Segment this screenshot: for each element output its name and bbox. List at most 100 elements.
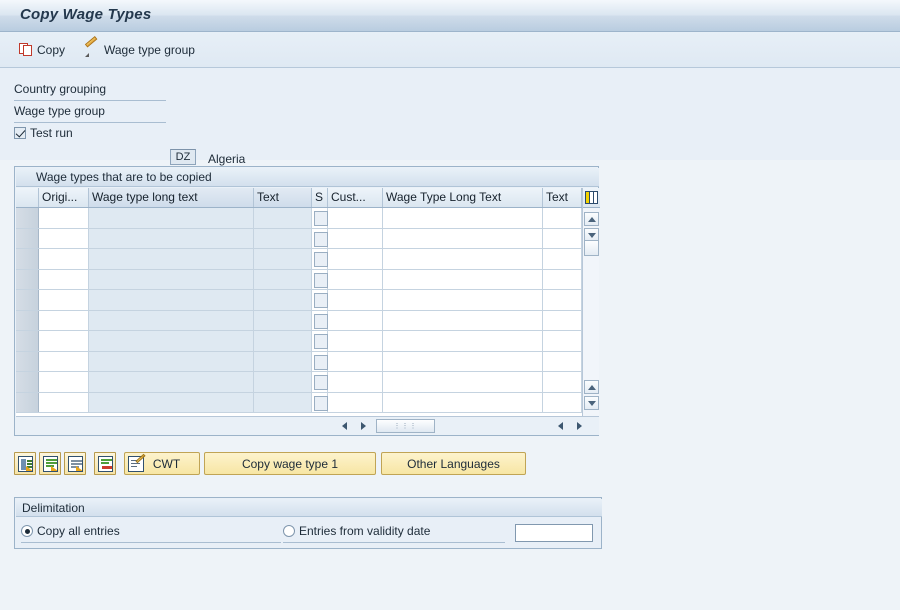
table-cell[interactable] (328, 269, 383, 289)
table-cell[interactable] (328, 310, 383, 330)
scroll-page-up-button[interactable] (584, 380, 599, 394)
scroll-left-button[interactable] (337, 419, 351, 433)
grid-column-header-3[interactable]: Text (254, 188, 312, 207)
table-cell[interactable] (383, 249, 543, 269)
table-cell[interactable] (254, 372, 312, 392)
table-cell[interactable] (39, 269, 89, 289)
table-cell[interactable] (383, 392, 543, 412)
table-cell[interactable] (383, 208, 543, 228)
table-cell[interactable] (383, 331, 543, 351)
wage-type-group-button[interactable]: Wage type group (80, 36, 200, 61)
table-cell[interactable] (543, 208, 582, 228)
table-row[interactable] (16, 208, 582, 229)
table-cell[interactable] (328, 372, 383, 392)
scroll-page-down-button[interactable] (584, 396, 599, 410)
table-cell[interactable] (328, 249, 383, 269)
table-cell[interactable] (543, 331, 582, 351)
table-cell[interactable] (312, 269, 328, 289)
table-cell[interactable] (254, 351, 312, 371)
table-cell[interactable] (543, 290, 582, 310)
test-run-checkbox-row[interactable]: Test run (14, 126, 73, 140)
table-cell[interactable] (328, 331, 383, 351)
table-cell[interactable] (312, 392, 328, 412)
copy-wage-type-button[interactable]: Copy wage type 1 (204, 452, 376, 475)
delete-entries-button[interactable] (94, 452, 116, 475)
grid-column-header-7[interactable]: Text (543, 188, 582, 207)
table-cell[interactable] (89, 331, 254, 351)
table-cell[interactable] (328, 392, 383, 412)
table-cell[interactable] (543, 228, 582, 248)
table-cell[interactable] (328, 228, 383, 248)
table-cell[interactable] (89, 310, 254, 330)
table-cell[interactable] (312, 228, 328, 248)
column-config-button[interactable] (583, 188, 600, 208)
table-cell[interactable] (312, 290, 328, 310)
table-row[interactable] (16, 269, 582, 290)
table-cell[interactable] (383, 269, 543, 289)
table-row[interactable] (16, 392, 582, 413)
copy-button[interactable]: Copy (14, 38, 70, 61)
table-cell[interactable] (383, 372, 543, 392)
table-cell[interactable] (543, 249, 582, 269)
table-cell[interactable] (254, 310, 312, 330)
table-cell[interactable] (254, 331, 312, 351)
table-row[interactable] (16, 290, 582, 311)
row-selector-cell[interactable] (16, 392, 39, 412)
row-selector-cell[interactable] (16, 208, 39, 228)
table-row[interactable] (16, 310, 582, 331)
table-row[interactable] (16, 331, 582, 352)
table-cell[interactable] (383, 351, 543, 371)
table-cell[interactable] (254, 290, 312, 310)
select-all-button[interactable] (14, 452, 36, 475)
table-cell[interactable] (254, 249, 312, 269)
table-cell[interactable] (543, 392, 582, 412)
details-button[interactable] (64, 452, 86, 475)
table-cell[interactable] (312, 372, 328, 392)
copy-all-entries-option[interactable]: Copy all entries (21, 524, 120, 538)
table-cell[interactable] (39, 228, 89, 248)
row-selector-cell[interactable] (16, 351, 39, 371)
table-cell[interactable] (89, 228, 254, 248)
grid-column-header-6[interactable]: Wage Type Long Text (383, 188, 543, 207)
country-grouping-input[interactable] (170, 149, 196, 165)
table-cell[interactable] (543, 269, 582, 289)
row-selector-cell[interactable] (16, 372, 39, 392)
scroll-up-button[interactable] (584, 212, 599, 226)
table-cell[interactable] (254, 208, 312, 228)
table-cell[interactable] (543, 372, 582, 392)
table-cell[interactable] (312, 208, 328, 228)
table-cell[interactable] (543, 351, 582, 371)
table-row[interactable] (16, 351, 582, 372)
table-cell[interactable] (383, 310, 543, 330)
table-cell[interactable] (312, 249, 328, 269)
table-cell[interactable] (328, 208, 383, 228)
table-cell[interactable] (89, 208, 254, 228)
entries-from-validity-date-option[interactable]: Entries from validity date (283, 524, 430, 538)
table-cell[interactable] (89, 249, 254, 269)
row-selector-cell[interactable] (16, 331, 39, 351)
table-cell[interactable] (89, 372, 254, 392)
table-cell[interactable] (312, 331, 328, 351)
table-cell[interactable] (383, 290, 543, 310)
table-cell[interactable] (39, 310, 89, 330)
grid-column-header-0[interactable] (16, 188, 39, 207)
table-cell[interactable] (543, 310, 582, 330)
table-cell[interactable] (254, 269, 312, 289)
test-run-checkbox[interactable] (14, 127, 26, 139)
row-selector-cell[interactable] (16, 269, 39, 289)
table-cell[interactable] (39, 372, 89, 392)
table-cell[interactable] (39, 249, 89, 269)
table-row[interactable] (16, 372, 582, 393)
table-cell[interactable] (328, 290, 383, 310)
table-cell[interactable] (39, 331, 89, 351)
scroll-right-button[interactable] (356, 419, 370, 433)
table-cell[interactable] (39, 290, 89, 310)
grid-column-header-2[interactable]: Wage type long text (89, 188, 254, 207)
table-cell[interactable] (89, 392, 254, 412)
other-languages-button[interactable]: Other Languages (381, 452, 526, 475)
table-cell[interactable] (89, 351, 254, 371)
row-selector-cell[interactable] (16, 290, 39, 310)
grid-column-header-4[interactable]: S (312, 188, 328, 207)
table-cell[interactable] (39, 351, 89, 371)
grid-vertical-scrollbar[interactable] (582, 188, 600, 416)
